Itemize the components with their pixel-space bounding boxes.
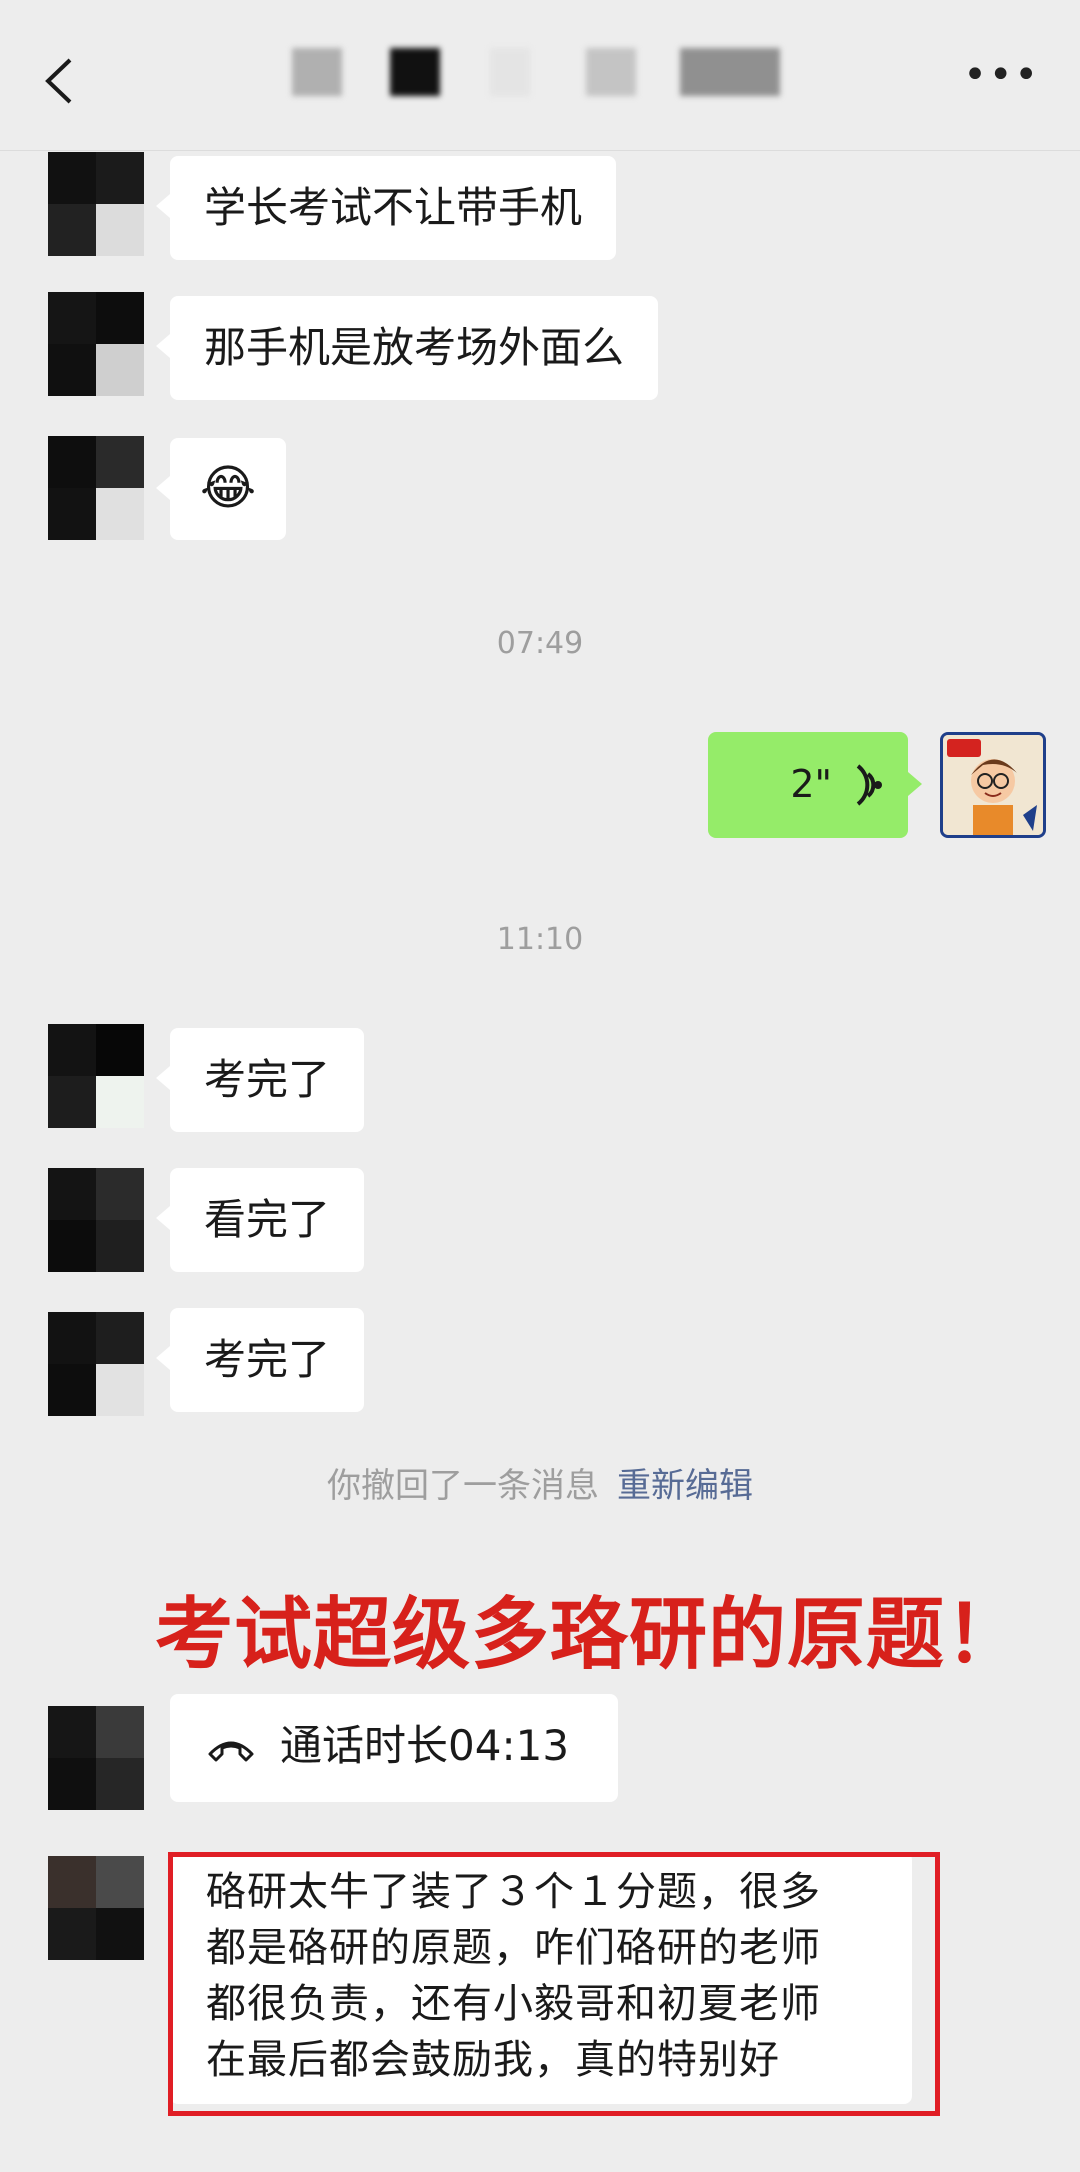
chevron-left-icon[interactable] [40,56,80,106]
message-text: 那手机是放考场外面么 [204,323,625,372]
top-bar: ••• [0,0,1080,151]
avatar[interactable] [48,292,144,396]
call-record-bubble[interactable]: 通话时长04:13 [170,1694,618,1802]
overlay-caption: 考试超级多珞研的原题！ [155,1590,1025,1680]
avatar[interactable] [48,436,144,540]
recall-text: 你撤回了一条消息 [327,1466,599,1506]
more-icon[interactable]: ••• [963,52,1040,98]
message-text: 考完了 [204,1335,331,1384]
phone-hangup-icon [208,1741,254,1762]
avatar[interactable] [48,1312,144,1416]
re-edit-link[interactable]: 重新编辑 [617,1466,753,1506]
call-duration-text: 通话时长04:13 [280,1721,570,1770]
voice-duration: 2" [790,762,832,806]
avatar[interactable] [48,1024,144,1128]
voice-message-bubble[interactable]: 2" [708,732,922,838]
message-bubble[interactable]: 看完了 [155,1168,365,1272]
message-text: 考完了 [204,1055,331,1104]
emoji-tears-of-joy: 😂 [200,460,257,516]
avatar[interactable] [48,1168,144,1272]
message-bubble[interactable]: 考完了 [155,1028,365,1132]
message-bubble[interactable]: 那手机是放考场外面么 [155,296,659,400]
voice-wave-icon [856,764,882,806]
message-text: 学长考试不让带手机 [204,183,583,232]
message-bubble[interactable]: 学长考试不让带手机 [155,156,617,260]
timestamp: 07:49 [496,626,584,661]
cartoon-avatar-icon [943,735,1043,835]
avatar[interactable] [48,1706,144,1810]
emoji-bubble[interactable]: 😂 [155,438,287,540]
message-text: 看完了 [204,1195,331,1244]
my-avatar[interactable] [940,732,1046,838]
avatar[interactable] [48,1856,144,1960]
message-bubble[interactable]: 考完了 [155,1308,365,1412]
highlight-box [168,1852,940,2116]
timestamp: 11:10 [496,922,584,957]
recall-notice: 你撤回了一条消息 重新编辑 [0,1458,1080,1507]
avatar[interactable] [48,152,144,256]
